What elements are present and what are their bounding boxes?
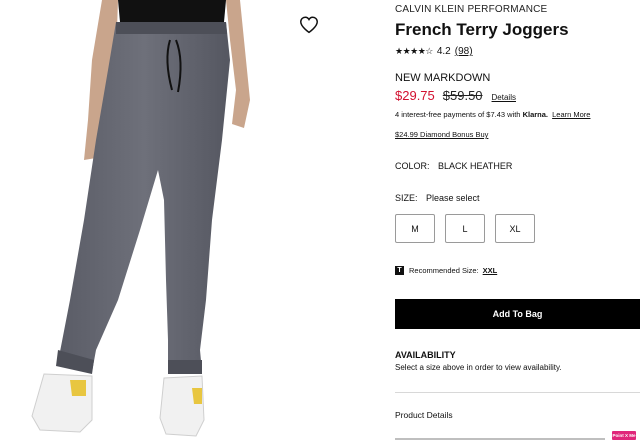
color-label: COLOR: bbox=[395, 161, 430, 171]
clipped-description-text bbox=[395, 436, 605, 441]
markdown-label: NEW MARKDOWN bbox=[395, 72, 491, 84]
klarna-payment-info: 4 interest-free payments of $7.43 with K… bbox=[395, 110, 590, 119]
size-value: Please select bbox=[426, 193, 480, 203]
size-option-l[interactable]: L bbox=[445, 214, 485, 243]
color-row: COLOR: BLACK HEATHER bbox=[395, 161, 512, 171]
point-x-me-badge[interactable]: Point X Me bbox=[612, 431, 636, 440]
color-value: BLACK HEATHER bbox=[438, 161, 513, 171]
review-count-link[interactable]: (98) bbox=[455, 46, 473, 57]
price-row: $29.75 $59.50 Details bbox=[395, 88, 516, 103]
joggers-photo bbox=[31, 0, 250, 437]
klarna-text: 4 interest-free payments of $7.43 with bbox=[395, 110, 521, 119]
klarna-logo: Klarna. bbox=[522, 110, 549, 119]
product-title: French Terry Joggers bbox=[395, 20, 569, 39]
size-options: M L XL bbox=[395, 214, 535, 243]
brand-name[interactable]: CALVIN KLEIN PERFORMANCE bbox=[395, 4, 547, 15]
star-rating-icon: ★★★★☆ bbox=[395, 46, 433, 56]
size-row: SIZE: Please select bbox=[395, 193, 480, 203]
price-details-link[interactable]: Details bbox=[492, 93, 516, 102]
rating-value: 4.2 bbox=[436, 46, 451, 57]
size-option-m[interactable]: M bbox=[395, 214, 435, 243]
bonus-buy-link[interactable]: $24.99 Diamond Bonus Buy bbox=[395, 130, 488, 139]
recommended-size-link[interactable]: XXL bbox=[483, 266, 498, 275]
original-price: $59.50 bbox=[442, 88, 483, 103]
rating-row: ★★★★☆ 4.2 (98) bbox=[395, 46, 473, 57]
recommended-size-label: Recommended Size: bbox=[409, 266, 479, 275]
divider bbox=[395, 392, 640, 393]
klarna-learn-more-link[interactable]: Learn More bbox=[552, 110, 590, 119]
availability-message: Select a size above in order to view ava… bbox=[395, 363, 562, 372]
sale-price: $29.75 bbox=[395, 88, 435, 103]
product-details-accordion[interactable]: Product Details bbox=[395, 410, 453, 420]
product-image bbox=[0, 0, 330, 441]
brand-t-icon: T bbox=[395, 266, 404, 275]
add-to-bag-button[interactable]: Add To Bag bbox=[395, 299, 640, 329]
wishlist-heart-icon[interactable] bbox=[298, 14, 320, 36]
size-label: SIZE: bbox=[395, 193, 418, 203]
recommended-size-row: T Recommended Size: XXL bbox=[395, 266, 497, 275]
size-option-xl[interactable]: XL bbox=[495, 214, 535, 243]
availability-title: AVAILABILITY bbox=[395, 350, 456, 360]
